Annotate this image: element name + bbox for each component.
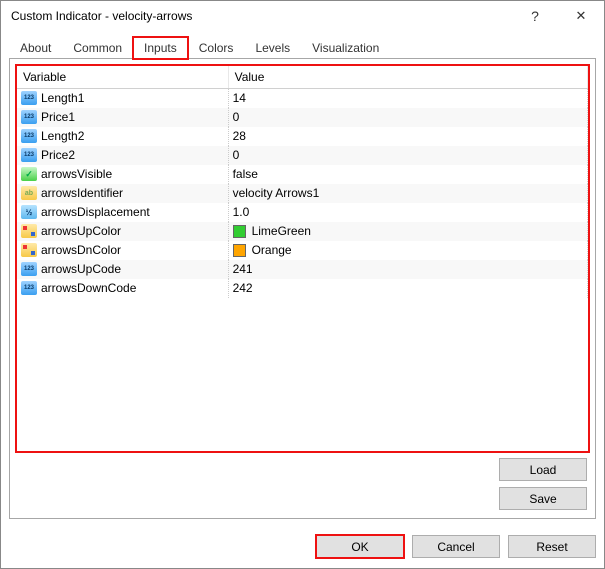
int-type-icon [21,281,37,295]
tab-visualization[interactable]: Visualization [301,37,390,59]
load-button[interactable]: Load [499,458,587,481]
value-text: Orange [252,243,292,257]
title-bar: Custom Indicator - velocity-arrows ? ✕ [1,1,604,31]
table-row[interactable]: arrowsUpCode 241 [17,260,588,279]
tab-strip: About Common Inputs Colors Levels Visual… [9,35,596,59]
table-row[interactable]: Length2 28 [17,127,588,146]
table-row[interactable]: arrowsDownCode 242 [17,279,588,298]
content-area: About Common Inputs Colors Levels Visual… [1,31,604,527]
table-row[interactable]: Length1 14 [17,89,588,108]
tab-inputs[interactable]: Inputs [133,37,188,59]
value-cell[interactable]: LimeGreen [228,222,587,241]
value-text: LimeGreen [252,224,311,238]
variable-cell: arrowsVisible [17,165,228,184]
variable-cell: arrowsDownCode [17,279,228,298]
variable-cell: Price2 [17,146,228,165]
close-button[interactable]: ✕ [558,1,604,31]
table-row[interactable]: arrowsDnColor Orange [17,241,588,260]
value-cell[interactable]: 241 [228,260,587,279]
value-cell[interactable]: 14 [228,89,587,108]
dialog-window: Custom Indicator - velocity-arrows ? ✕ A… [0,0,605,569]
tab-common[interactable]: Common [62,37,133,59]
value-cell[interactable]: 1.0 [228,203,587,222]
variable-name: arrowsUpColor [41,224,121,238]
table-row[interactable]: arrowsVisible false [17,165,588,184]
bool-type-icon [21,167,37,181]
value-cell[interactable]: 0 [228,146,587,165]
variable-name: arrowsVisible [41,167,112,181]
variable-name: Length2 [41,129,84,143]
value-cell[interactable]: false [228,165,587,184]
variable-cell: arrowsUpCode [17,260,228,279]
dialog-footer: OK Cancel Reset [1,527,604,568]
variable-cell: arrowsIdentifier [17,184,228,203]
value-cell[interactable]: velocity Arrows1 [228,184,587,203]
int-type-icon [21,110,37,124]
tab-panel-inputs: Variable Value Length1 14 Price1 0 Length2 28… [9,58,596,519]
reset-button[interactable]: Reset [508,535,596,558]
table-row[interactable]: arrowsUpColor LimeGreen [17,222,588,241]
tab-colors[interactable]: Colors [188,37,245,59]
inputs-grid: Variable Value Length1 14 Price1 0 Length2 28… [16,65,589,452]
clr-type-icon [21,243,37,257]
int-type-icon [21,262,37,276]
variable-cell: Length2 [17,127,228,146]
ok-button[interactable]: OK [316,535,404,558]
int-type-icon [21,148,37,162]
variable-cell: arrowsUpColor [17,222,228,241]
str-type-icon [21,186,37,200]
int-type-icon [21,91,37,105]
table-row[interactable]: Price2 0 [17,146,588,165]
inputs-table: Variable Value Length1 14 Price1 0 Length2 28… [17,66,588,298]
column-header-value[interactable]: Value [228,66,587,89]
variable-name: Price1 [41,110,75,124]
window-title: Custom Indicator - velocity-arrows [11,9,512,23]
help-button[interactable]: ? [512,1,558,31]
save-button[interactable]: Save [499,487,587,510]
variable-cell: arrowsDisplacement [17,203,228,222]
variable-cell: arrowsDnColor [17,241,228,260]
value-cell[interactable]: 28 [228,127,587,146]
variable-name: arrowsDisplacement [41,205,150,219]
variable-cell: Price1 [17,108,228,127]
color-swatch [233,244,246,257]
tab-levels[interactable]: Levels [244,37,301,59]
variable-name: Price2 [41,148,75,162]
clr-type-icon [21,224,37,238]
value-cell[interactable]: Orange [228,241,587,260]
value-cell[interactable]: 242 [228,279,587,298]
value-cell[interactable]: 0 [228,108,587,127]
column-header-variable[interactable]: Variable [17,66,228,89]
variable-name: arrowsDnColor [41,243,121,257]
color-swatch [233,225,246,238]
table-row[interactable]: Price1 0 [17,108,588,127]
table-row[interactable]: arrowsIdentifier velocity Arrows1 [17,184,588,203]
variable-name: Length1 [41,91,84,105]
variable-name: arrowsUpCode [41,262,121,276]
variable-name: arrowsIdentifier [41,186,123,200]
variable-cell: Length1 [17,89,228,108]
cancel-button[interactable]: Cancel [412,535,500,558]
tab-about[interactable]: About [9,37,62,59]
variable-name: arrowsDownCode [41,281,136,295]
dbl-type-icon [21,205,37,219]
table-row[interactable]: arrowsDisplacement 1.0 [17,203,588,222]
side-button-column: Load Save [16,452,589,512]
int-type-icon [21,129,37,143]
